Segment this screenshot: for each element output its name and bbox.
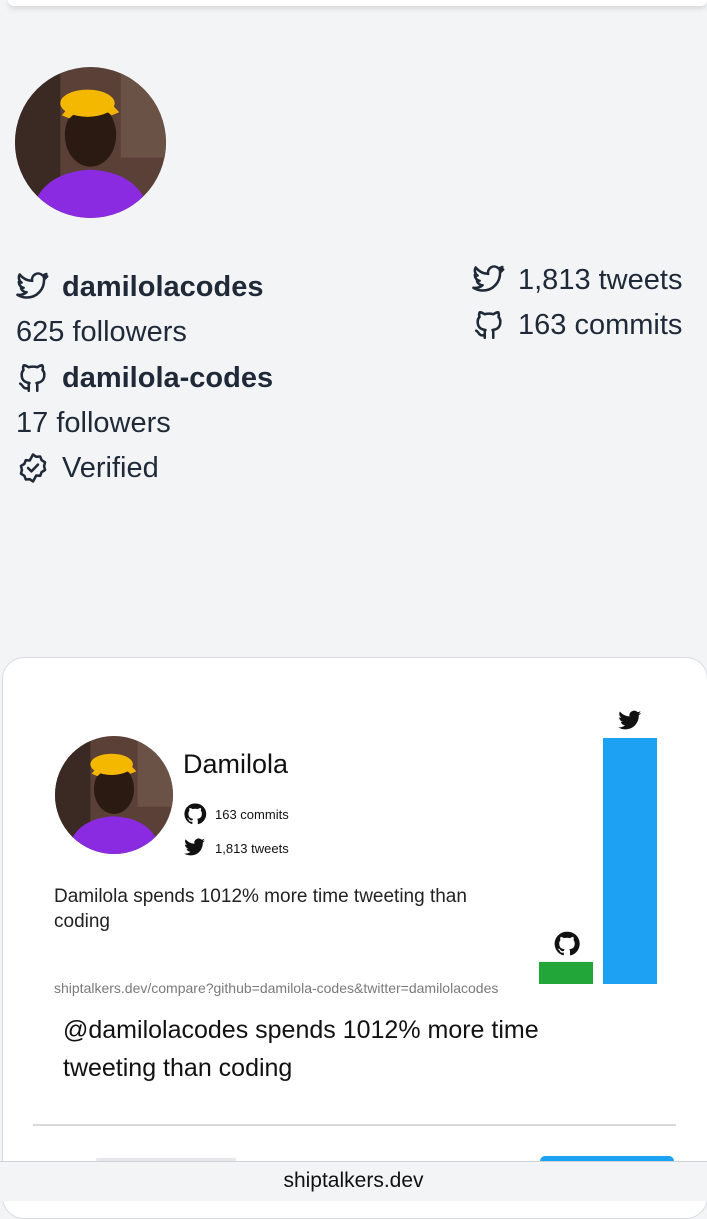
profile-avatar (15, 67, 166, 218)
github-handle: damilola-codes (62, 362, 274, 394)
github-handle-row[interactable]: damilola-codes (16, 360, 273, 396)
github-followers-text: 17 followers (16, 407, 171, 439)
twitter-bar-icon (618, 710, 642, 730)
commits-count-row: 163 commits (472, 307, 682, 343)
comparison-bar-chart (539, 710, 657, 984)
card-tweets-text: 1,813 tweets (215, 840, 289, 856)
card-tweets: 1,813 tweets (183, 836, 289, 860)
card-commits: 163 commits (183, 802, 289, 826)
address-domain: shiptalkers.dev (283, 1169, 424, 1192)
browser-top-bar (8, 0, 707, 6)
tweet-text: @damilolacodes spends 1012% more time tw… (63, 1016, 539, 1082)
card-avatar (55, 736, 173, 854)
card-name: Damilola (183, 749, 289, 779)
twitter-bar (603, 738, 657, 984)
github-icon (184, 803, 207, 825)
twitter-followers-text: 625 followers (16, 316, 187, 348)
commits-count: 163 commits (518, 309, 683, 341)
twitter-icon (184, 838, 205, 856)
twitter-handle-row[interactable]: damilolacodes (16, 269, 263, 305)
twitter-bird-outline-icon (16, 270, 50, 304)
verified-badge-icon (16, 451, 50, 485)
share-card[interactable]: Damilola 163 commits 1,813 tweets Damilo… (2, 657, 707, 1219)
verified-label: Verified (62, 452, 159, 484)
github-followers: 17 followers (16, 405, 171, 441)
twitter-bird-outline-icon (472, 263, 506, 297)
github-bar-icon (554, 931, 580, 956)
github-outline-icon (472, 308, 506, 342)
card-url[interactable]: shiptalkers.dev/compare?github=damilola-… (54, 980, 498, 996)
card-commits-text: 163 commits (215, 806, 289, 822)
browser-address-bar[interactable]: shiptalkers.dev (0, 1161, 707, 1201)
github-outline-icon (16, 361, 50, 395)
divider (33, 1124, 676, 1126)
card-summary: Damilola spends 1012% more time tweeting… (54, 886, 467, 932)
tweets-count: 1,813 tweets (518, 264, 683, 296)
github-bar (539, 961, 593, 984)
twitter-followers: 625 followers (16, 314, 187, 350)
twitter-handle: damilolacodes (62, 271, 264, 303)
verified-row: Verified (16, 450, 159, 486)
tweets-count-row: 1,813 tweets (472, 262, 682, 298)
